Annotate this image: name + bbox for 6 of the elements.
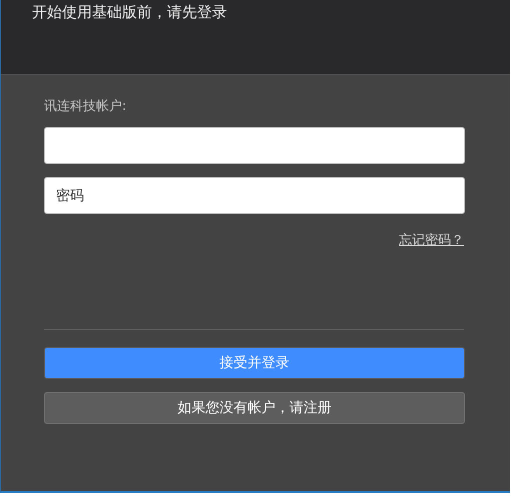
header-title: 开始使用基础版前，请先登录	[32, 3, 228, 22]
account-label: 讯连科技帐户:	[44, 98, 128, 115]
account-field[interactable]	[44, 127, 465, 164]
register-button[interactable]: 如果您没有帐户，请注册	[44, 392, 465, 424]
password-field[interactable]: 密码	[44, 177, 465, 214]
forgot-password-link[interactable]: 忘记密码？	[399, 231, 464, 249]
